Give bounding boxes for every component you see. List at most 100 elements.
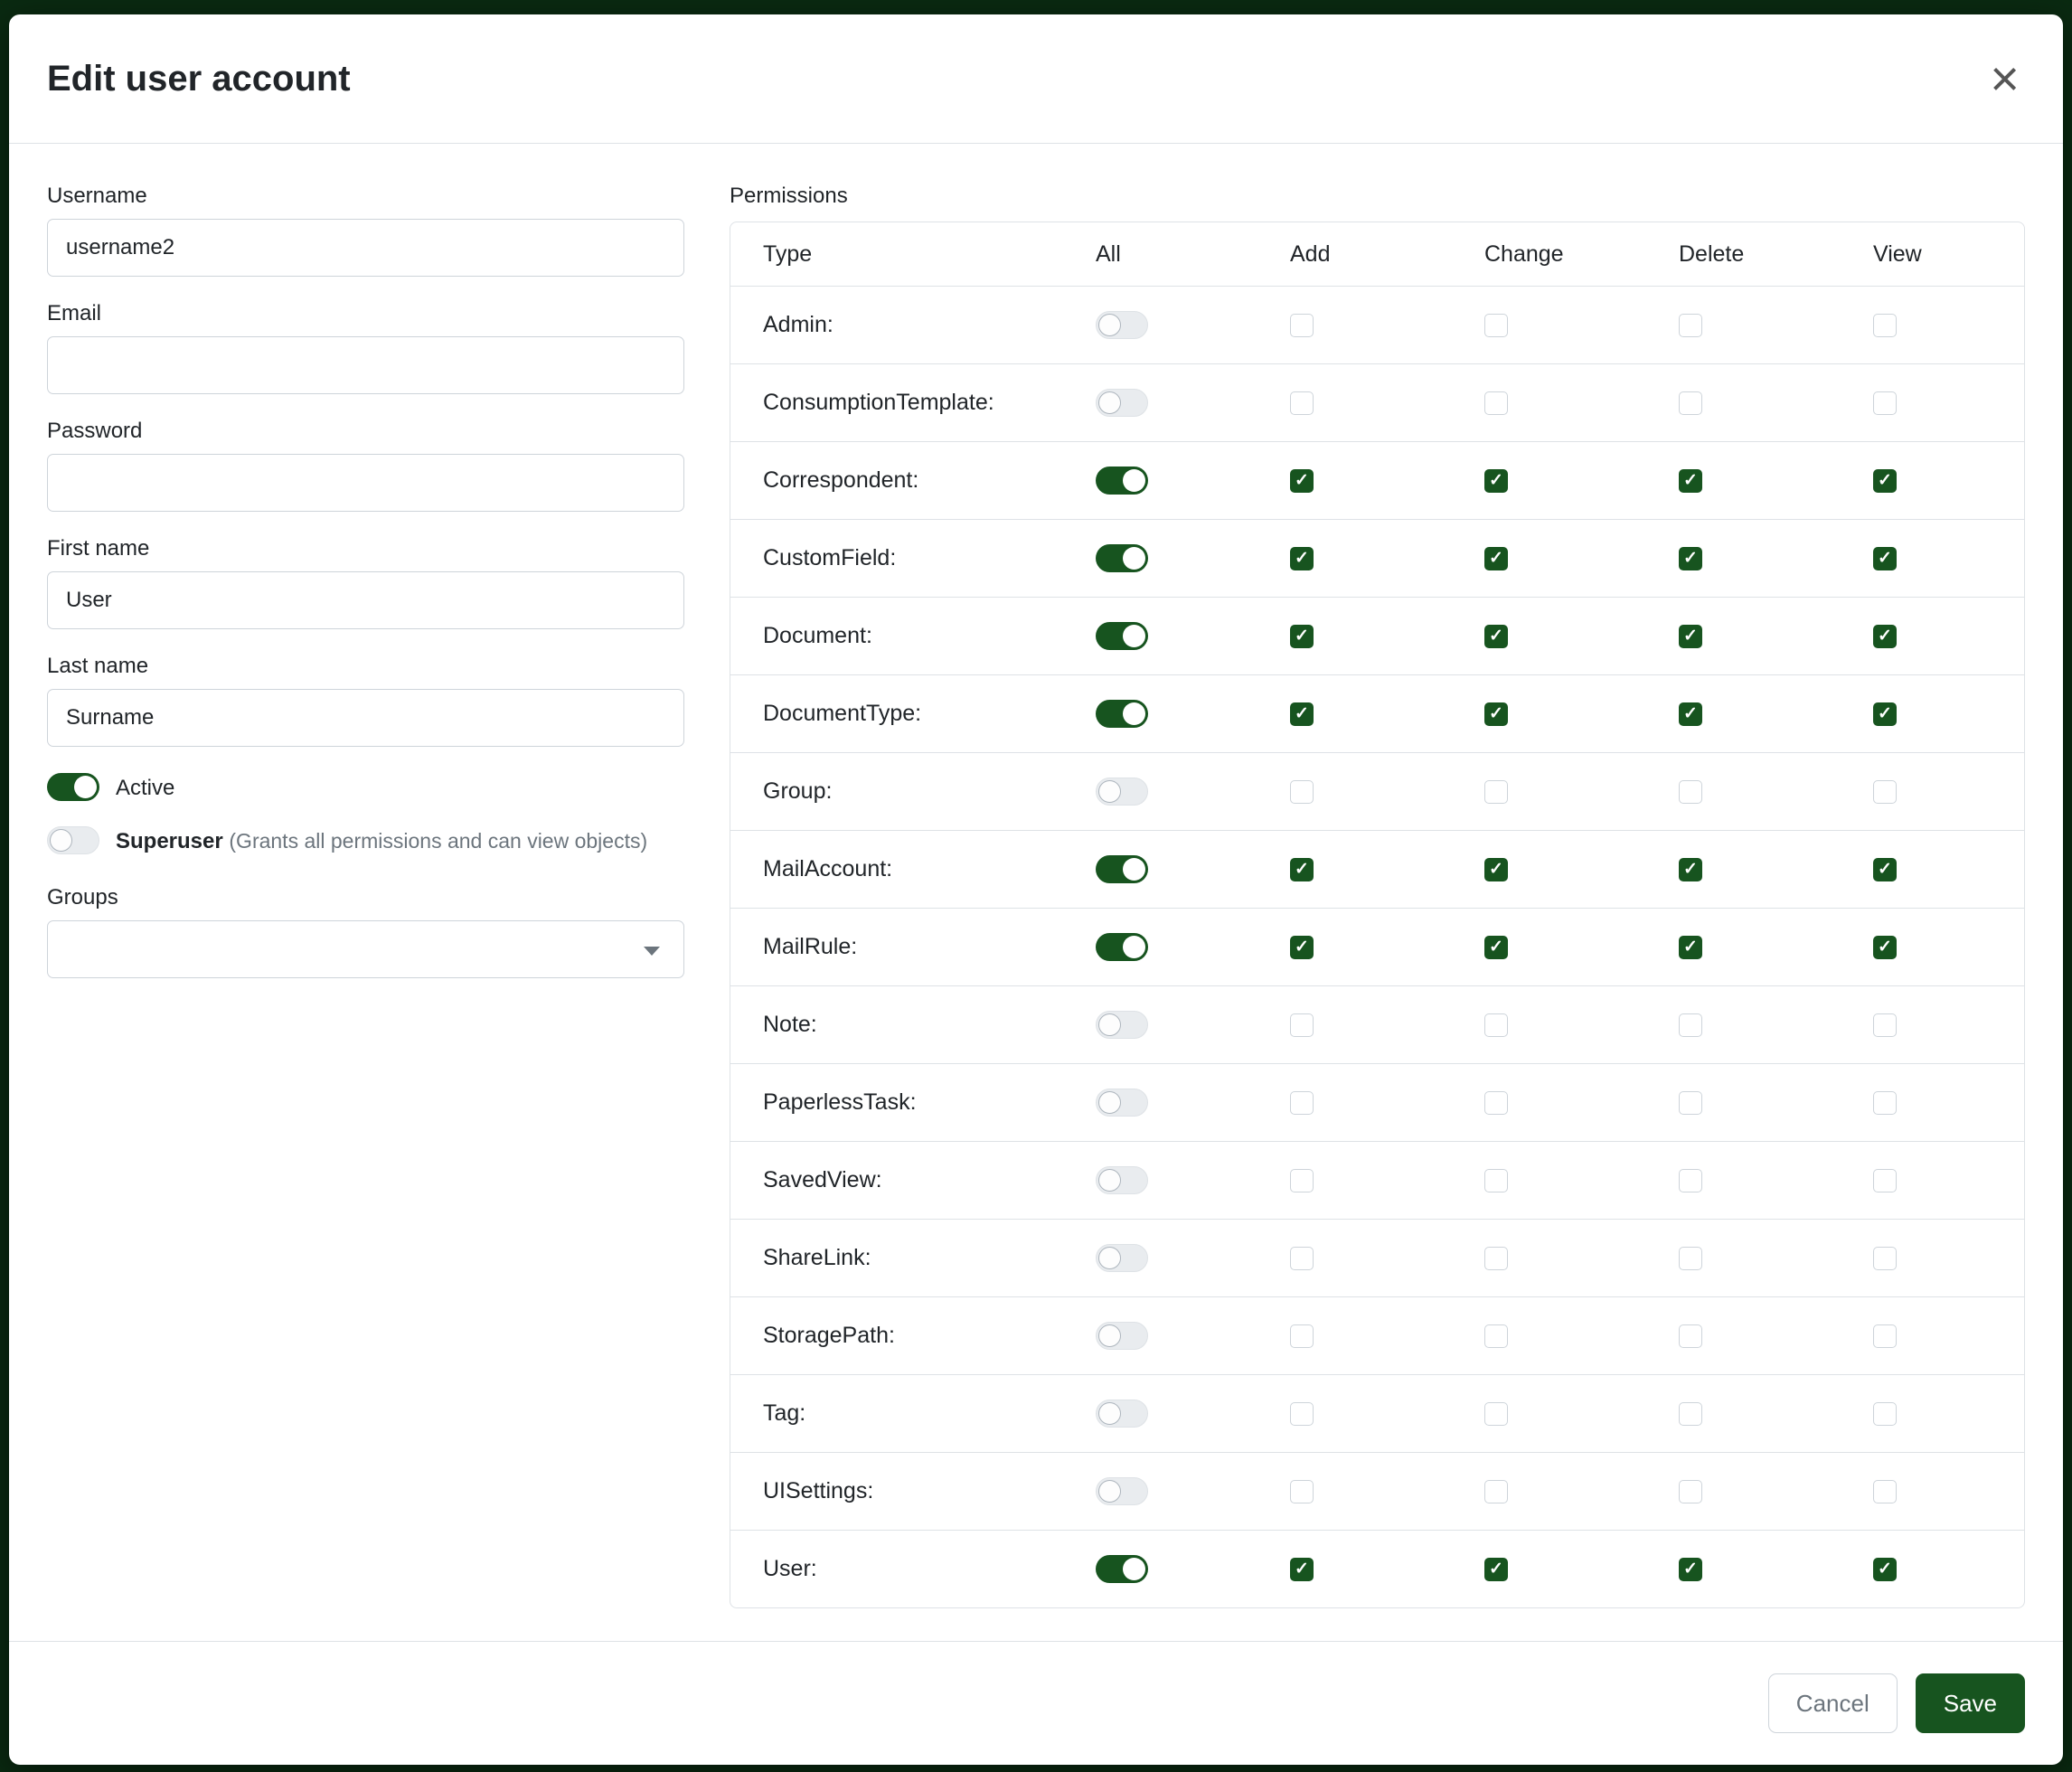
- permission-view-checkbox[interactable]: [1873, 1402, 1897, 1426]
- permission-change-checkbox[interactable]: ✓: [1484, 469, 1508, 493]
- permission-delete-checkbox[interactable]: [1679, 1013, 1702, 1037]
- permission-change-checkbox[interactable]: ✓: [1484, 1558, 1508, 1581]
- permission-delete-checkbox[interactable]: [1679, 314, 1702, 337]
- permission-view-checkbox[interactable]: [1873, 1013, 1897, 1037]
- permission-delete-checkbox[interactable]: [1679, 1480, 1702, 1503]
- permission-add-checkbox[interactable]: [1290, 1091, 1314, 1115]
- permission-all-toggle[interactable]: [1096, 1322, 1148, 1350]
- permission-view-checkbox[interactable]: [1873, 391, 1897, 415]
- permission-all-toggle[interactable]: [1096, 544, 1148, 572]
- permission-all-toggle[interactable]: [1096, 700, 1148, 728]
- permission-change-checkbox[interactable]: [1484, 1091, 1508, 1115]
- permission-change-checkbox[interactable]: [1484, 314, 1508, 337]
- permission-add-checkbox[interactable]: [1290, 1169, 1314, 1192]
- permission-add-checkbox[interactable]: ✓: [1290, 625, 1314, 648]
- permission-view-checkbox[interactable]: ✓: [1873, 858, 1897, 881]
- permission-change-checkbox[interactable]: [1484, 780, 1508, 804]
- active-toggle[interactable]: [47, 773, 99, 801]
- permission-all-toggle[interactable]: [1096, 933, 1148, 961]
- permission-all-toggle[interactable]: [1096, 389, 1148, 417]
- permission-all-toggle[interactable]: [1096, 1400, 1148, 1428]
- permission-view-checkbox[interactable]: [1873, 1480, 1897, 1503]
- permission-add-checkbox[interactable]: [1290, 1247, 1314, 1270]
- permission-view-checkbox[interactable]: ✓: [1873, 547, 1897, 570]
- permission-delete-checkbox[interactable]: [1679, 1091, 1702, 1115]
- permission-all-toggle[interactable]: [1096, 855, 1148, 883]
- permission-view-checkbox[interactable]: ✓: [1873, 702, 1897, 726]
- permission-view-checkbox[interactable]: ✓: [1873, 625, 1897, 648]
- permission-delete-checkbox[interactable]: ✓: [1679, 1558, 1702, 1581]
- permission-delete-checkbox[interactable]: [1679, 391, 1702, 415]
- groups-label: Groups: [47, 885, 684, 910]
- groups-select[interactable]: [47, 920, 684, 978]
- column-header-all: All: [1052, 241, 1247, 268]
- permission-view-checkbox[interactable]: [1873, 1091, 1897, 1115]
- save-button[interactable]: Save: [1916, 1673, 2025, 1733]
- permission-delete-checkbox[interactable]: ✓: [1679, 547, 1702, 570]
- permission-all-toggle[interactable]: [1096, 622, 1148, 650]
- permission-add-checkbox[interactable]: ✓: [1290, 702, 1314, 726]
- permission-all-toggle[interactable]: [1096, 1477, 1148, 1505]
- permission-delete-checkbox[interactable]: [1679, 1402, 1702, 1426]
- permission-view-checkbox[interactable]: [1873, 314, 1897, 337]
- permission-add-checkbox[interactable]: [1290, 1013, 1314, 1037]
- permission-view-checkbox[interactable]: [1873, 1324, 1897, 1348]
- permission-all-toggle[interactable]: [1096, 1089, 1148, 1117]
- permission-add-checkbox[interactable]: [1290, 780, 1314, 804]
- last-name-field[interactable]: [47, 689, 684, 747]
- permission-delete-checkbox[interactable]: [1679, 1247, 1702, 1270]
- superuser-toggle[interactable]: [47, 826, 99, 854]
- permission-all-toggle[interactable]: [1096, 1244, 1148, 1272]
- toggle-knob: [1098, 1091, 1121, 1114]
- permission-delete-checkbox[interactable]: ✓: [1679, 936, 1702, 959]
- permission-add-checkbox[interactable]: ✓: [1290, 469, 1314, 493]
- permission-change-checkbox[interactable]: [1484, 1013, 1508, 1037]
- permission-view-checkbox[interactable]: ✓: [1873, 469, 1897, 493]
- permission-change-checkbox[interactable]: [1484, 1169, 1508, 1192]
- permission-delete-checkbox[interactable]: [1679, 1169, 1702, 1192]
- permission-all-toggle[interactable]: [1096, 1011, 1148, 1039]
- permission-view-checkbox[interactable]: [1873, 1247, 1897, 1270]
- cancel-button[interactable]: Cancel: [1768, 1673, 1898, 1733]
- permission-add-checkbox[interactable]: [1290, 1402, 1314, 1426]
- close-icon[interactable]: ×: [1984, 53, 2025, 104]
- permission-add-checkbox[interactable]: [1290, 1480, 1314, 1503]
- permission-add-checkbox[interactable]: ✓: [1290, 858, 1314, 881]
- permission-change-checkbox[interactable]: ✓: [1484, 625, 1508, 648]
- permission-view-checkbox[interactable]: ✓: [1873, 936, 1897, 959]
- first-name-field[interactable]: [47, 571, 684, 629]
- permission-delete-checkbox[interactable]: [1679, 1324, 1702, 1348]
- password-field[interactable]: [47, 454, 684, 512]
- permission-change-checkbox[interactable]: [1484, 391, 1508, 415]
- email-field[interactable]: [47, 336, 684, 394]
- permission-add-checkbox[interactable]: [1290, 1324, 1314, 1348]
- permission-change-checkbox[interactable]: ✓: [1484, 702, 1508, 726]
- permission-all-toggle[interactable]: [1096, 467, 1148, 495]
- permission-delete-checkbox[interactable]: ✓: [1679, 469, 1702, 493]
- username-input[interactable]: [47, 219, 684, 277]
- permission-add-checkbox[interactable]: ✓: [1290, 1558, 1314, 1581]
- permission-delete-checkbox[interactable]: ✓: [1679, 858, 1702, 881]
- permission-change-checkbox[interactable]: ✓: [1484, 936, 1508, 959]
- permission-add-checkbox[interactable]: ✓: [1290, 547, 1314, 570]
- permission-add-checkbox[interactable]: ✓: [1290, 936, 1314, 959]
- permission-change-checkbox[interactable]: ✓: [1484, 547, 1508, 570]
- permission-all-toggle[interactable]: [1096, 1166, 1148, 1194]
- permission-all-toggle[interactable]: [1096, 311, 1148, 339]
- permission-change-checkbox[interactable]: [1484, 1247, 1508, 1270]
- permission-change-checkbox[interactable]: [1484, 1480, 1508, 1503]
- permission-all-toggle[interactable]: [1096, 778, 1148, 806]
- permission-change-checkbox[interactable]: ✓: [1484, 858, 1508, 881]
- permission-view-checkbox[interactable]: ✓: [1873, 1558, 1897, 1581]
- permission-change-checkbox[interactable]: [1484, 1402, 1508, 1426]
- permission-delete-checkbox[interactable]: ✓: [1679, 625, 1702, 648]
- permission-add-checkbox[interactable]: [1290, 314, 1314, 337]
- permission-view-checkbox[interactable]: [1873, 780, 1897, 804]
- permission-view-checkbox[interactable]: [1873, 1169, 1897, 1192]
- permission-all-toggle[interactable]: [1096, 1555, 1148, 1583]
- dialog-header: Edit user account ×: [9, 14, 2063, 144]
- permission-add-checkbox[interactable]: [1290, 391, 1314, 415]
- permission-delete-checkbox[interactable]: ✓: [1679, 702, 1702, 726]
- permission-change-checkbox[interactable]: [1484, 1324, 1508, 1348]
- permission-delete-checkbox[interactable]: [1679, 780, 1702, 804]
